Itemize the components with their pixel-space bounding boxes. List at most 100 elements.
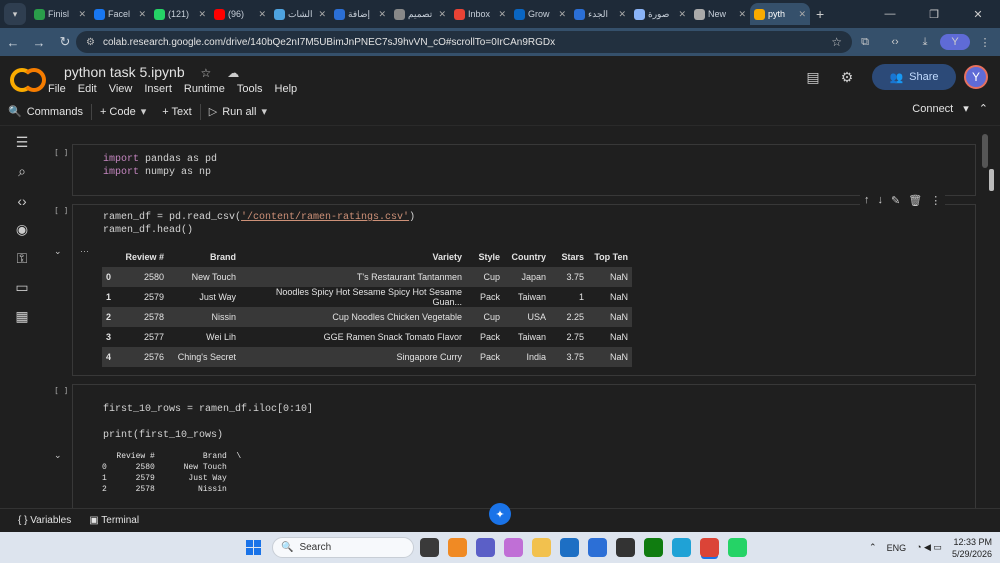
- cloud-icon[interactable]: ☁: [227, 66, 239, 80]
- browser-tab[interactable]: Finisl ✕: [30, 3, 90, 25]
- close-tab-icon[interactable]: ✕: [78, 9, 86, 20]
- output-actions-icon[interactable]: ⋯: [80, 246, 89, 257]
- browser-tab[interactable]: Inbox ✕: [450, 3, 510, 25]
- taskbar-search[interactable]: 🔍 Search: [272, 537, 414, 558]
- share-button[interactable]: 👥 Share: [872, 64, 956, 90]
- collapse-icon[interactable]: ⌃: [979, 102, 988, 115]
- reload-icon[interactable]: ↻: [52, 34, 78, 50]
- close-tab-icon[interactable]: ✕: [138, 9, 146, 20]
- secrets-key-icon[interactable]: ⚿: [0, 244, 44, 273]
- site-info-icon[interactable]: ⚙: [86, 37, 95, 48]
- file-explorer-icon[interactable]: [532, 538, 551, 557]
- edit-pencil-icon[interactable]: ✎: [891, 194, 900, 207]
- cell-run-marker[interactable]: [ ]: [54, 148, 68, 157]
- browser-tab[interactable]: تصميم ✕: [390, 3, 450, 25]
- vlc-icon[interactable]: [448, 538, 467, 557]
- menu-item[interactable]: Edit: [78, 83, 97, 95]
- find-icon[interactable]: ⌕: [0, 157, 44, 186]
- browser-tab[interactable]: (121) ✕: [150, 3, 210, 25]
- output-collapse-icon[interactable]: ⌄: [54, 450, 62, 461]
- menu-item[interactable]: View: [109, 83, 133, 95]
- close-tab-icon[interactable]: ✕: [438, 9, 446, 20]
- move-down-icon[interactable]: ↓: [878, 194, 884, 207]
- close-tab-icon[interactable]: ✕: [798, 9, 806, 20]
- browser-tab[interactable]: (96) ✕: [210, 3, 270, 25]
- app-icon[interactable]: [588, 538, 607, 557]
- menu-item[interactable]: File: [48, 83, 66, 95]
- variables-button[interactable]: { } Variables: [18, 515, 71, 526]
- variables-eye-icon[interactable]: ◉: [0, 215, 44, 244]
- chevron-down-icon[interactable]: ▾: [141, 105, 147, 118]
- teams-icon[interactable]: [476, 538, 495, 557]
- notebook-title[interactable]: python task 5.ipynb: [64, 64, 185, 80]
- gemini-icon[interactable]: ✦: [489, 503, 511, 525]
- user-avatar[interactable]: Y: [964, 65, 988, 89]
- browser-tab[interactable]: Facel ✕: [90, 3, 150, 25]
- run-all-button[interactable]: ▷ Run all ▾: [201, 105, 275, 119]
- forward-icon[interactable]: →: [26, 35, 52, 50]
- browser-tab[interactable]: New ✕: [690, 3, 750, 25]
- settings-gear-icon[interactable]: ⚙: [830, 69, 864, 86]
- browser-tab[interactable]: إضافة ✕: [330, 3, 390, 25]
- new-tab-button[interactable]: +: [816, 6, 824, 22]
- task-view-icon[interactable]: [420, 538, 439, 557]
- code-snippets-icon[interactable]: ‹›: [0, 186, 44, 215]
- close-tab-icon[interactable]: ✕: [738, 9, 746, 20]
- profile-icon[interactable]: Y: [940, 34, 970, 50]
- unity-icon[interactable]: [616, 538, 635, 557]
- output-collapse-icon[interactable]: ⌄: [54, 246, 62, 257]
- browser-menu-icon[interactable]: ⋮: [970, 36, 1000, 49]
- add-code-button[interactable]: + Code ▾: [92, 105, 154, 119]
- edge-icon[interactable]: [672, 538, 691, 557]
- cell-run-marker[interactable]: [ ]: [54, 386, 68, 395]
- store-icon[interactable]: [560, 538, 579, 557]
- browser-tab[interactable]: صورة ✕: [630, 3, 690, 25]
- minimize-icon[interactable]: —: [868, 8, 912, 20]
- terminal-button[interactable]: ▣ Terminal: [89, 515, 139, 526]
- table-of-contents-icon[interactable]: ☰: [0, 128, 44, 157]
- star-icon[interactable]: ☆: [201, 66, 212, 80]
- browser-tab[interactable]: pyth ✕: [750, 3, 810, 25]
- bookmark-star-icon[interactable]: ☆: [831, 35, 842, 49]
- whatsapp-icon[interactable]: [728, 538, 747, 557]
- cell-code[interactable]: ramen_df = pd.read_csv('/content/ramen-r…: [103, 211, 415, 237]
- data-table-icon[interactable]: ▦: [0, 302, 44, 331]
- close-tab-icon[interactable]: ✕: [498, 9, 506, 20]
- close-tab-icon[interactable]: ✕: [618, 9, 626, 20]
- close-tab-icon[interactable]: ✕: [198, 9, 206, 20]
- language-indicator[interactable]: ENG: [887, 543, 907, 553]
- chrome-icon[interactable]: [700, 538, 719, 557]
- close-tab-icon[interactable]: ✕: [678, 9, 686, 20]
- close-window-icon[interactable]: ✕: [956, 8, 1000, 21]
- menu-item[interactable]: Runtime: [184, 83, 225, 95]
- chevron-up-icon[interactable]: ⌃: [869, 542, 877, 553]
- cell-run-marker[interactable]: [ ]: [54, 206, 68, 215]
- close-tab-icon[interactable]: ✕: [378, 9, 386, 20]
- restore-icon[interactable]: ❐: [912, 8, 956, 21]
- menu-item[interactable]: Insert: [144, 83, 172, 95]
- comment-icon[interactable]: ▤: [796, 69, 830, 86]
- close-tab-icon[interactable]: ✕: [318, 9, 326, 20]
- more-options-icon[interactable]: ⋮: [930, 194, 941, 207]
- wifi-volume-battery-icon[interactable]: ◔ ◀ ▭: [916, 542, 942, 553]
- delete-trash-icon[interactable]: 🗑: [908, 194, 922, 207]
- close-tab-icon[interactable]: ✕: [558, 9, 566, 20]
- chevron-down-icon[interactable]: ▾: [963, 102, 969, 115]
- chevron-down-icon[interactable]: ▾: [261, 105, 267, 118]
- commands-button[interactable]: 🔍 Commands: [0, 105, 91, 119]
- xbox-icon[interactable]: [644, 538, 663, 557]
- add-text-button[interactable]: + Text: [154, 106, 199, 118]
- devtools-icon[interactable]: ‹›: [880, 36, 910, 48]
- copilot-icon[interactable]: [504, 538, 523, 557]
- code-cell[interactable]: import pandas as pd import numpy as np: [72, 144, 994, 196]
- close-tab-icon[interactable]: ✕: [258, 9, 266, 20]
- windows-start-icon[interactable]: [246, 540, 261, 555]
- move-up-icon[interactable]: ↑: [864, 194, 870, 207]
- browser-tab[interactable]: Grow ✕: [510, 3, 570, 25]
- back-icon[interactable]: ←: [0, 35, 26, 50]
- extensions-icon[interactable]: ⧉: [850, 36, 880, 49]
- cell-code[interactable]: first_10_rows = ramen_df.iloc[0:10] prin…: [103, 403, 313, 442]
- colab-logo[interactable]: [10, 66, 46, 92]
- browser-tab[interactable]: الشات ✕: [270, 3, 330, 25]
- connect-button[interactable]: Connect: [912, 103, 953, 115]
